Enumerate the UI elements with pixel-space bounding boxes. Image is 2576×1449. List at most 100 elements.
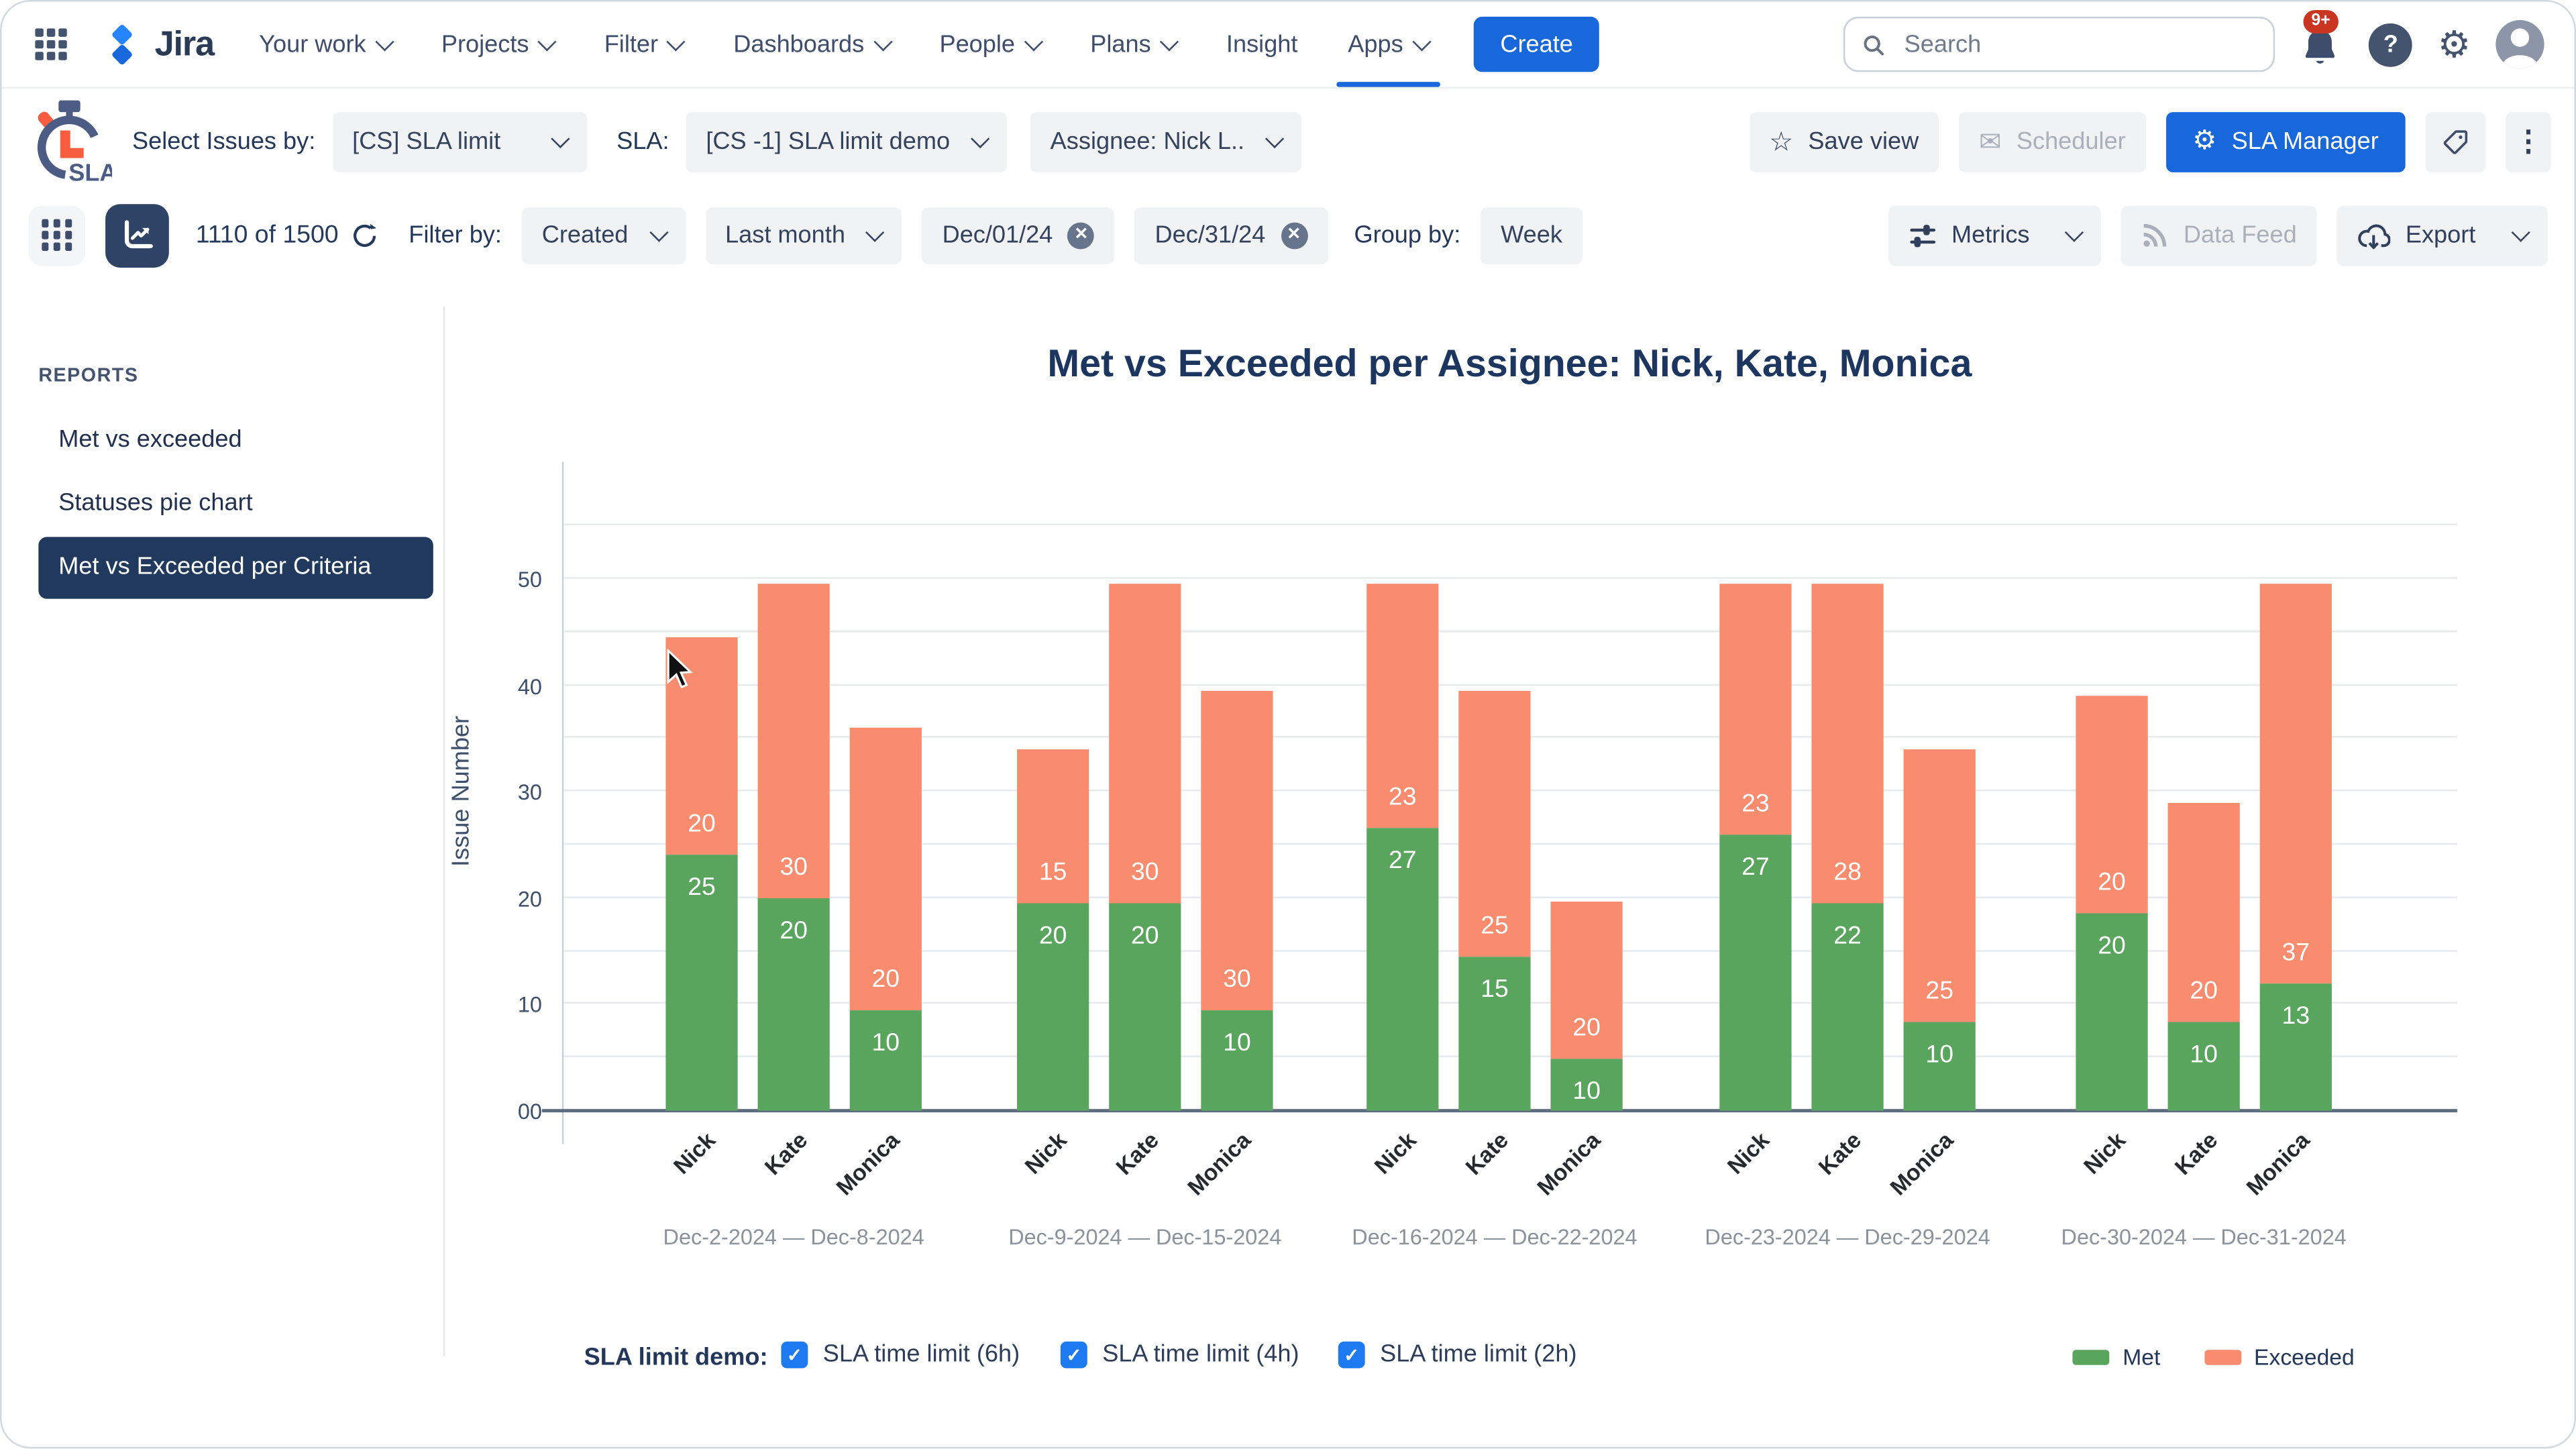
exceeded-value-label: 20 <box>1572 1014 1601 1043</box>
avatar[interactable] <box>2496 19 2544 69</box>
bar-monica-group2[interactable]: 30 10 <box>1201 690 1273 1111</box>
create-button[interactable]: Create <box>1473 16 1600 72</box>
chevron-down-icon <box>667 31 686 51</box>
chevron-down-icon <box>970 129 990 149</box>
bar-nick-group1[interactable]: 20 25 <box>665 637 738 1111</box>
bar-monica-group3[interactable]: 20 10 <box>1550 902 1623 1111</box>
close-icon[interactable]: ✕ <box>1280 221 1307 249</box>
group-by-label: Group by: <box>1354 221 1461 249</box>
tag-button[interactable] <box>2425 112 2486 172</box>
bar-monica-group5[interactable]: 37 13 <box>2259 584 2332 1111</box>
checkbox-label: SLA time limit (2h) <box>1380 1341 1577 1368</box>
bar-nick-group4[interactable]: 23 27 <box>1719 584 1792 1111</box>
settings-gear-icon[interactable]: ⚙ <box>2438 25 2471 63</box>
legend-label: Exceeded <box>2254 1344 2355 1371</box>
exceeded-value-label: 15 <box>1038 858 1067 887</box>
nav-item-filter[interactable]: Filter <box>602 28 686 61</box>
date-from-chip[interactable]: Dec/01/24 ✕ <box>922 206 1115 264</box>
filter-by-label: Filter by: <box>409 221 502 249</box>
sla-manager-button[interactable]: ⚙ SLA Manager <box>2165 112 2406 172</box>
bar-nick-group3[interactable]: 23 27 <box>1366 584 1439 1111</box>
jira-mark-icon <box>111 23 131 64</box>
segment-exceeded <box>1201 690 1273 1010</box>
search-box[interactable] <box>1843 16 2275 72</box>
svg-text:SLA: SLA <box>68 158 112 186</box>
group-by-chip[interactable]: Week <box>1481 206 1582 264</box>
chevron-down-icon <box>1024 31 1043 51</box>
bar-kate-group2[interactable]: 30 20 <box>1109 584 1181 1111</box>
more-actions-button[interactable]: ⋮ <box>2506 112 2551 172</box>
exceeded-value-label: 30 <box>1130 858 1159 887</box>
sla-limit-checkbox-4h[interactable]: ✓ SLA time limit (4h) <box>1060 1341 1299 1368</box>
nav-item-dashboards[interactable]: Dashboards <box>732 28 892 61</box>
date-to-chip[interactable]: Dec/31/24 ✕ <box>1134 206 1328 264</box>
checkbox-checked-icon: ✓ <box>1338 1341 1365 1368</box>
sidebar-item-met-vs-exceeded-per-criteria[interactable]: Met vs Exceeded per Criteria <box>38 537 433 599</box>
bar-monica-group4[interactable]: 25 10 <box>1903 749 1976 1111</box>
y-tick-label: 30 <box>517 780 542 805</box>
sidebar-item-statuses-pie-chart[interactable]: Statuses pie chart <box>58 490 252 517</box>
exceeded-swatch-icon <box>2204 1350 2241 1365</box>
sidebar-item-met-vs-exceeded[interactable]: Met vs exceeded <box>58 427 241 453</box>
segment-met <box>1201 1010 1273 1111</box>
sla-toolbar: SLA Select Issues by: [CS] SLA limit SLA… <box>1 89 2574 196</box>
met-value-label: 22 <box>1833 921 1862 951</box>
assignee-dropdown[interactable]: Assignee: Nick L.. <box>1030 112 1301 172</box>
export-dropdown[interactable]: Export <box>2337 205 2548 266</box>
bar-monica-group1[interactable]: 20 10 <box>849 727 922 1111</box>
bar-kate-group3[interactable]: 25 15 <box>1458 690 1531 1111</box>
chevron-down-icon <box>865 222 885 241</box>
issues-filter-dropdown[interactable]: [CS] SLA limit <box>332 112 587 172</box>
met-value-label: 10 <box>1572 1078 1601 1107</box>
app-switcher-icon[interactable] <box>35 29 66 60</box>
filter-range-dropdown[interactable]: Last month <box>705 206 902 264</box>
metrics-dropdown[interactable]: Metrics <box>1888 205 2102 266</box>
sla-limit-checkbox-2h[interactable]: ✓ SLA time limit (2h) <box>1338 1341 1577 1368</box>
scheduler-button[interactable]: ✉ Scheduler <box>1959 112 2146 172</box>
exceeded-value-label: 25 <box>1925 977 1954 1006</box>
sidebar-heading: REPORTS <box>38 366 139 386</box>
chevron-down-icon <box>1265 129 1285 149</box>
chevron-down-icon <box>537 31 557 51</box>
notifications-button[interactable]: 9+ <box>2300 9 2344 70</box>
checkbox-checked-icon: ✓ <box>781 1341 808 1368</box>
save-view-button[interactable]: ☆ Save view <box>1749 112 1939 172</box>
table-view-toggle[interactable] <box>28 205 86 266</box>
gridline <box>564 523 2457 526</box>
bar-kate-group1[interactable]: 30 20 <box>757 584 830 1111</box>
nav-item-insight[interactable]: Insight <box>1224 28 1299 61</box>
bar-nick-group5[interactable]: 20 20 <box>2076 696 2148 1111</box>
bar-kate-group4[interactable]: 28 22 <box>1811 584 1884 1111</box>
nav-item-your-work[interactable]: Your work <box>258 28 394 61</box>
refresh-icon[interactable] <box>352 221 379 248</box>
jira-logo[interactable]: Jira <box>99 23 215 66</box>
close-icon[interactable]: ✕ <box>1067 221 1095 249</box>
met-value-label: 20 <box>780 916 808 945</box>
met-value-label: 20 <box>1038 921 1067 951</box>
top-nav: Jira Your work Projects Filter Dashboard… <box>1 1 2575 89</box>
gridline <box>564 630 2457 633</box>
nav-item-people[interactable]: People <box>938 28 1043 61</box>
y-tick-label: 20 <box>517 886 542 912</box>
chart-view-toggle[interactable] <box>105 203 169 267</box>
x-axis-date-range-label: Dec-30-2024 — Dec-31-2024 <box>2061 1224 2347 1250</box>
exceeded-value-label: 20 <box>871 964 900 994</box>
legend-item-exceeded[interactable]: Exceeded <box>2204 1345 2355 1370</box>
data-feed-button[interactable]: Data Feed <box>2121 205 2317 266</box>
gridline <box>564 577 2457 579</box>
nav-menu: Your work Projects Filter Dashboards Peo… <box>258 28 1440 87</box>
nav-item-projects[interactable]: Projects <box>439 28 557 61</box>
nav-item-plans[interactable]: Plans <box>1089 28 1179 61</box>
bar-kate-group5[interactable]: 20 10 <box>2167 802 2240 1111</box>
chevron-down-icon <box>2065 222 2084 241</box>
filter-field-dropdown[interactable]: Created <box>521 206 686 264</box>
help-button[interactable]: ? <box>2369 22 2413 66</box>
nav-item-apps[interactable]: Apps <box>1336 28 1440 87</box>
notification-badge: 9+ <box>2304 9 2339 33</box>
bar-nick-group2[interactable]: 15 20 <box>1017 749 1089 1111</box>
sla-limit-checkbox-6h[interactable]: ✓ SLA time limit (6h) <box>781 1341 1020 1368</box>
search-input[interactable] <box>1900 29 2257 60</box>
legend-item-met[interactable]: Met <box>2072 1345 2160 1370</box>
sla-dropdown[interactable]: [CS -1] SLA limit demo <box>686 112 1007 172</box>
exceeded-value-label: 28 <box>1833 858 1862 887</box>
